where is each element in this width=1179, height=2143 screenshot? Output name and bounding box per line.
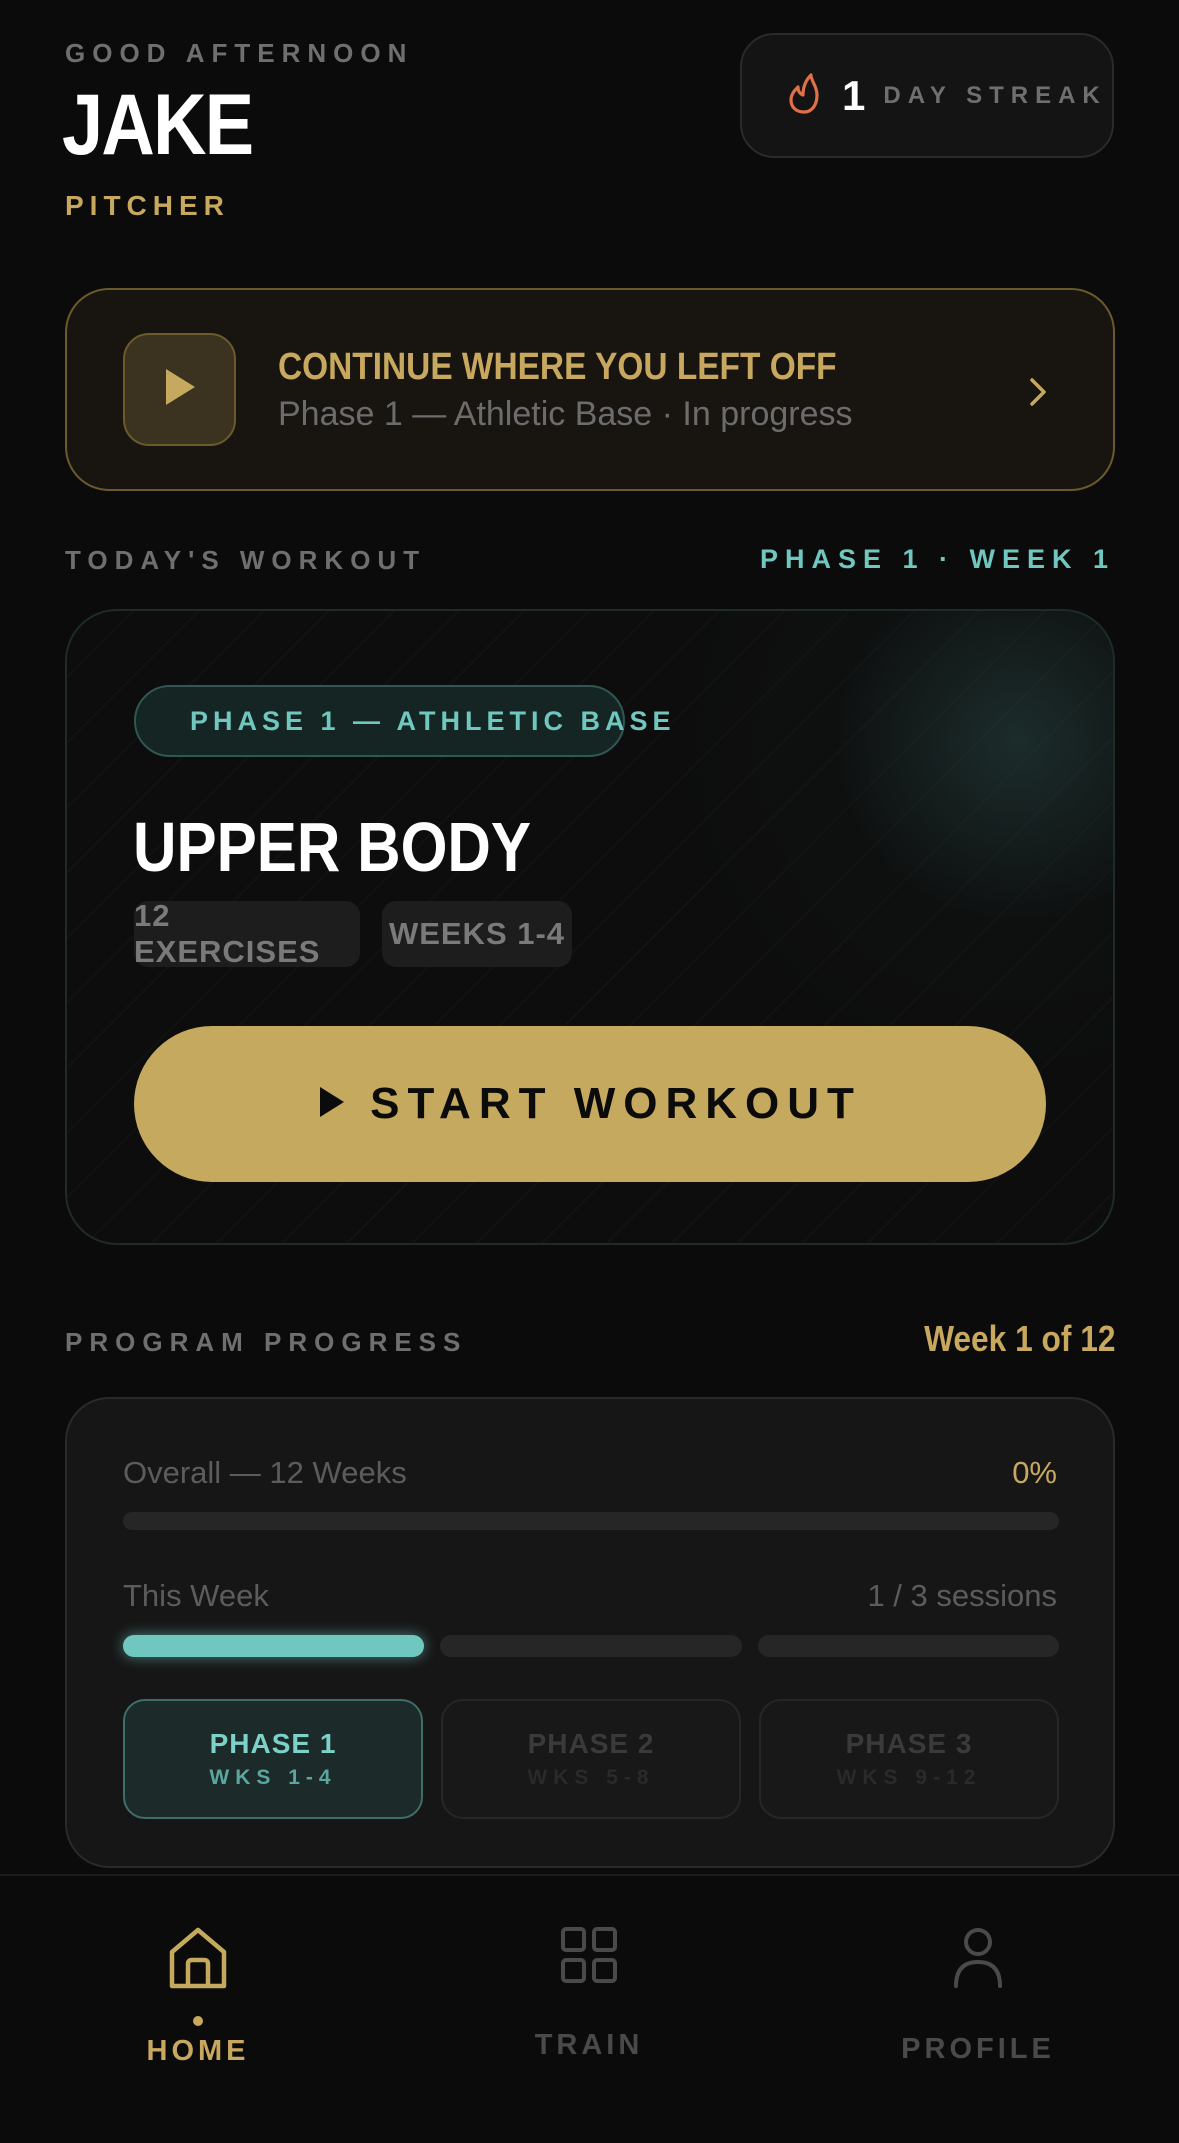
- flame-icon: [786, 71, 822, 120]
- phase-name: PHASE 1: [209, 1728, 337, 1759]
- chevron-right-icon: [1028, 376, 1048, 413]
- nav-profile[interactable]: PROFILE: [858, 1926, 1098, 2066]
- phase-weeks: WKS 5-8: [527, 1766, 655, 1789]
- progress-card: Overall — 12 Weeks 0% This Week 1 / 3 se…: [65, 1397, 1115, 1868]
- user-role: PITCHER: [65, 190, 230, 221]
- workout-title: UPPER BODY: [133, 808, 532, 886]
- play-icon: [318, 1085, 346, 1124]
- continue-subtitle: Phase 1 — Athletic Base · In progress: [278, 394, 853, 433]
- phase-button-3[interactable]: PHASE 3 WKS 9-12: [759, 1699, 1059, 1819]
- session-bar: [757, 1635, 1059, 1657]
- phase-name: PHASE 2: [527, 1728, 655, 1759]
- continue-title: CONTINUE WHERE YOU LEFT OFF: [278, 345, 837, 388]
- nav-train[interactable]: TRAIN: [469, 1926, 709, 2062]
- todays-workout-label: TODAY'S WORKOUT: [65, 545, 427, 575]
- nav-home-label: HOME: [146, 2035, 250, 2067]
- streak-label: DAY STREAK: [883, 81, 1107, 109]
- overall-progress-bar: [123, 1512, 1059, 1530]
- continue-card[interactable]: CONTINUE WHERE YOU LEFT OFF Phase 1 — At…: [65, 288, 1115, 491]
- phase-week-label: PHASE 1 · WEEK 1: [759, 544, 1115, 574]
- continue-play-button[interactable]: [123, 333, 236, 446]
- start-workout-label: START WORKOUT: [370, 1079, 862, 1128]
- program-progress-label: PROGRAM PROGRESS: [65, 1327, 468, 1357]
- nav-home[interactable]: HOME: [78, 1926, 318, 2068]
- phase-name: PHASE 3: [845, 1728, 973, 1759]
- nav-active-dot: [193, 2016, 203, 2026]
- session-bar: [123, 1635, 425, 1657]
- phase-weeks: WKS 9-12: [836, 1766, 982, 1789]
- exercises-chip: 12 EXERCISES: [134, 898, 360, 969]
- overall-value: 0%: [1012, 1455, 1057, 1490]
- grid-icon: [560, 1926, 618, 1989]
- this-week-label: This Week: [123, 1578, 269, 1613]
- home-icon: [168, 1926, 228, 1995]
- user-icon: [952, 1926, 1004, 1993]
- user-name: JAKE: [62, 77, 254, 173]
- nav-profile-label: PROFILE: [901, 2033, 1055, 2065]
- streak-badge[interactable]: 1 DAY STREAK: [740, 33, 1114, 158]
- session-bar: [440, 1635, 742, 1657]
- start-workout-button[interactable]: START WORKOUT: [134, 1026, 1046, 1182]
- play-icon: [163, 367, 197, 412]
- workout-card[interactable]: PHASE 1 — ATHLETIC BASE UPPER BODY 12 EX…: [65, 609, 1115, 1245]
- phase-button-1[interactable]: PHASE 1 WKS 1-4: [123, 1699, 423, 1819]
- phase-badge-label: PHASE 1 — ATHLETIC BASE: [190, 705, 676, 736]
- this-week-value: 1 / 3 sessions: [867, 1578, 1057, 1613]
- week-of-label: Week 1 of 12: [923, 1318, 1115, 1359]
- weeks-chip: WEEKS 1-4: [382, 901, 572, 967]
- streak-count: 1: [842, 71, 866, 119]
- overall-label: Overall — 12 Weeks: [123, 1455, 407, 1490]
- bottom-nav: HOME TRAIN PROFILE: [0, 1874, 1179, 2143]
- phase-weeks: WKS 1-4: [209, 1766, 337, 1789]
- nav-train-label: TRAIN: [534, 2029, 644, 2061]
- phase-badge: PHASE 1 — ATHLETIC BASE: [134, 685, 671, 757]
- session-bars: [123, 1635, 1059, 1657]
- greeting-text: GOOD AFTERNOON: [65, 38, 414, 68]
- phase-row: PHASE 1 WKS 1-4 PHASE 2 WKS 5-8 PHASE 3 WKS 9…: [123, 1699, 1059, 1819]
- phase-button-2[interactable]: PHASE 2 WKS 5-8: [441, 1699, 741, 1819]
